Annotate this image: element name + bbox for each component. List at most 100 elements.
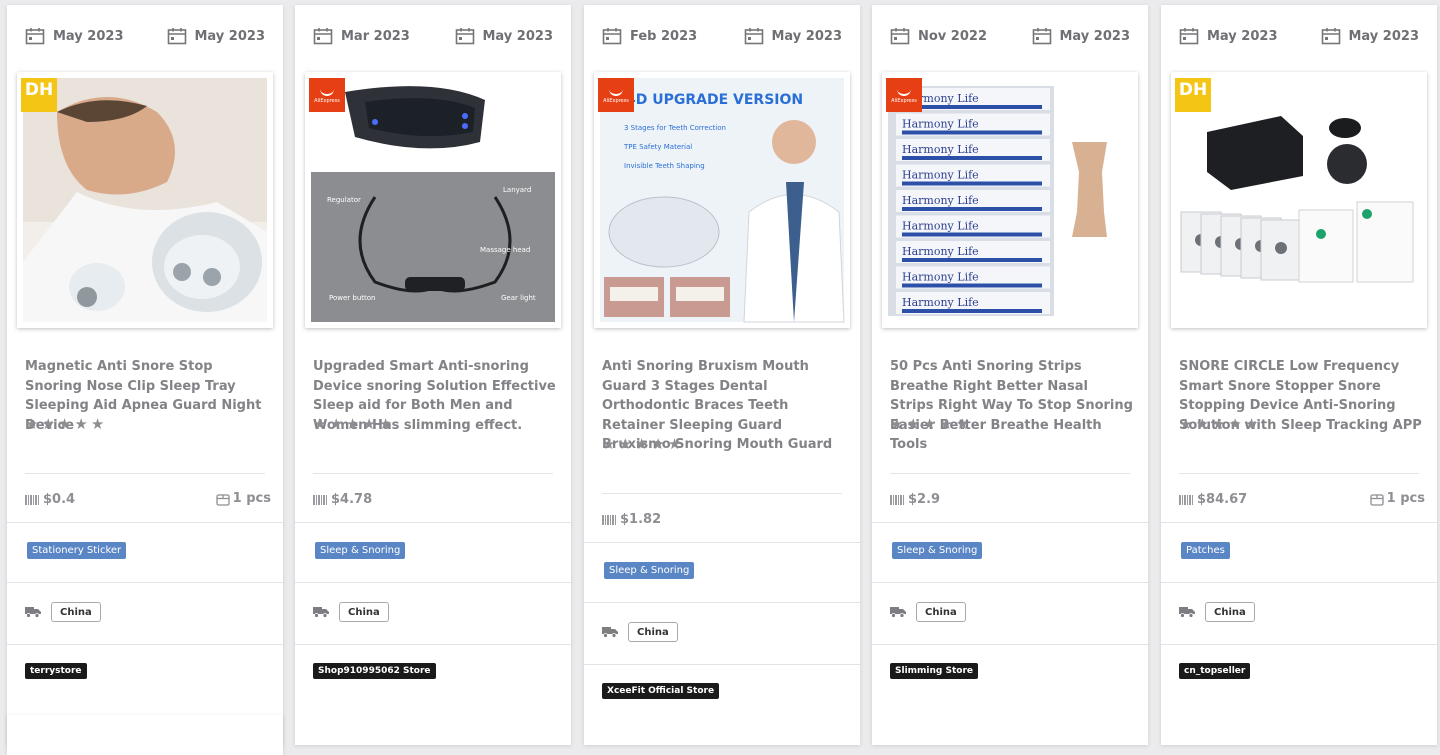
nose-clip-product-image[interactable]: DH <box>17 72 273 328</box>
truck-icon <box>602 627 618 638</box>
category-tag[interactable]: Sleep & Snoring <box>604 562 695 579</box>
divider <box>7 644 283 646</box>
divider <box>872 522 1148 524</box>
date-last-seen-text: May 2023 <box>1348 28 1420 44</box>
svg-text:TPE Safety Material: TPE Safety Material <box>623 143 692 151</box>
product-card[interactable]: May 2023 May 2023 DH SNORE CIRCLE Low Frequ… <box>1161 5 1437 745</box>
shipping-origin: China <box>602 622 678 642</box>
calendar-icon <box>890 28 910 45</box>
country-badge[interactable]: China <box>916 602 966 623</box>
calendar-icon <box>313 28 333 45</box>
product-title[interactable]: 50 Pcs Anti Snoring Strips Breathe Right… <box>890 357 1136 455</box>
divider <box>313 473 553 475</box>
aliexpress-smile-icon <box>609 86 623 96</box>
package-icon <box>1370 494 1384 506</box>
aliexpress-logo-text: AliExpress <box>891 98 917 104</box>
price-value: $1.82 <box>620 512 662 527</box>
divider <box>872 582 1148 584</box>
star-icon: ★ <box>955 415 970 434</box>
divider <box>602 493 842 494</box>
calendar-icon <box>602 28 622 45</box>
dhgate-logo: DH <box>21 78 57 112</box>
star-icon: ★ <box>90 415 105 434</box>
divider <box>584 602 860 603</box>
svg-text:Harmony Life: Harmony Life <box>902 118 979 131</box>
star-icon: ★ <box>1228 415 1242 434</box>
country-badge[interactable]: China <box>339 602 389 623</box>
date-row: Feb 2023 May 2023 <box>584 27 860 51</box>
country-badge[interactable]: China <box>1205 602 1255 623</box>
date-first-seen: Feb 2023 <box>602 27 697 45</box>
rating-stars: ★ ★ ★ ★ ★ <box>25 417 104 432</box>
svg-text:Harmony Life: Harmony Life <box>902 143 979 156</box>
aliexpress-logo: AliExpress <box>886 78 922 112</box>
rating-stars: ★ ★ ★ ★ ★ <box>602 437 681 452</box>
country-badge[interactable]: China <box>628 622 678 642</box>
package-icon <box>216 494 230 506</box>
category-tag[interactable]: Sleep & Snoring <box>892 542 983 560</box>
calendar-icon <box>1179 28 1199 45</box>
smart-anti-snoring-device-image[interactable]: Regulator Lanyard Massage head Power button… <box>305 72 561 328</box>
svg-text:Massage head: Massage head <box>480 246 530 254</box>
price-value: $84.67 <box>1197 492 1248 508</box>
country-badge[interactable]: China <box>51 602 101 623</box>
dhgate-logo: DH <box>1175 78 1211 112</box>
date-last-seen: May 2023 <box>744 27 842 45</box>
svg-text:Gear light: Gear light <box>501 294 536 302</box>
date-row: May 2023 May 2023 <box>1161 27 1437 51</box>
date-last-seen: May 2023 <box>167 27 266 45</box>
star-icon: ★ <box>890 415 904 434</box>
category-tag[interactable]: Sleep & Snoring <box>315 542 406 560</box>
product-card[interactable]: Mar 2023 May 2023 Regulator Lanyard Massage … <box>295 5 571 745</box>
date-row: Nov 2022 May 2023 <box>872 27 1148 51</box>
date-last-seen: May 2023 <box>1032 27 1130 45</box>
shipping-origin: China <box>1179 602 1255 623</box>
calendar-icon <box>1032 28 1051 45</box>
star-icon: ★ <box>1179 415 1193 434</box>
snore-circle-device-image[interactable]: DH <box>1171 72 1427 328</box>
product-card[interactable]: Feb 2023 May 2023 4D UPGRADE VERSION 3 Stag… <box>584 5 860 745</box>
star-icon: ★ <box>57 415 72 434</box>
product-card[interactable]: May 2023 May 2023 DH Magnetic Anti Snore St… <box>7 5 283 745</box>
divider <box>7 582 283 584</box>
svg-text:Invisible Teeth Shaping: Invisible Teeth Shaping <box>624 162 705 170</box>
category-tag[interactable]: Stationery Sticker <box>27 542 127 560</box>
divider <box>1161 522 1437 524</box>
svg-text:Harmony Life: Harmony Life <box>902 169 979 182</box>
store-name-badge[interactable]: terrystore <box>25 663 87 680</box>
star-icon: ★ <box>602 435 616 453</box>
mouth-guard-doctor-image[interactable]: 4D UPGRADE VERSION 3 Stages for Teeth Cor… <box>594 72 850 328</box>
divider <box>1161 644 1437 646</box>
store-name-badge[interactable]: cn_topseller <box>1179 663 1251 680</box>
svg-text:Harmony Life: Harmony Life <box>902 271 979 284</box>
divider <box>1161 582 1437 584</box>
date-first-seen-text: May 2023 <box>53 28 124 44</box>
price: $2.9 <box>890 492 940 507</box>
min-order-quantity-text: 1 pcs <box>1386 491 1425 507</box>
store-name-badge[interactable]: Slimming Store <box>890 663 978 680</box>
date-last-seen: May 2023 <box>1321 27 1420 45</box>
store-name-badge[interactable]: XceeFit Official Store <box>602 683 720 699</box>
aliexpress-smile-icon <box>320 86 334 96</box>
truck-icon <box>890 607 906 619</box>
star-icon: ★ <box>634 435 649 453</box>
next-row-card[interactable] <box>7 715 283 755</box>
date-first-seen: Nov 2022 <box>890 27 987 45</box>
truck-icon <box>25 607 41 619</box>
date-first-seen-text: Mar 2023 <box>341 28 410 44</box>
svg-text:Harmony Life: Harmony Life <box>902 220 979 233</box>
date-first-seen: May 2023 <box>1179 27 1278 45</box>
rating-stars: ★ ★ ★ ★ ★ <box>313 417 392 432</box>
date-first-seen: May 2023 <box>25 27 124 45</box>
star-icon: ★ <box>329 415 343 434</box>
category-tag[interactable]: Patches <box>1181 542 1230 560</box>
calendar-icon <box>455 28 474 45</box>
divider <box>295 644 571 646</box>
product-card[interactable]: Nov 2022 May 2023 Harmony Life Harmony Life… <box>872 5 1148 745</box>
divider <box>872 644 1148 646</box>
date-first-seen-text: Nov 2022 <box>918 28 987 44</box>
divider <box>584 664 860 665</box>
date-last-seen-text: May 2023 <box>194 28 266 44</box>
nasal-strips-image[interactable]: Harmony Life Harmony Life Harmony Life Harm… <box>882 72 1138 328</box>
store-name-badge[interactable]: Shop910995062 Store <box>313 663 436 680</box>
